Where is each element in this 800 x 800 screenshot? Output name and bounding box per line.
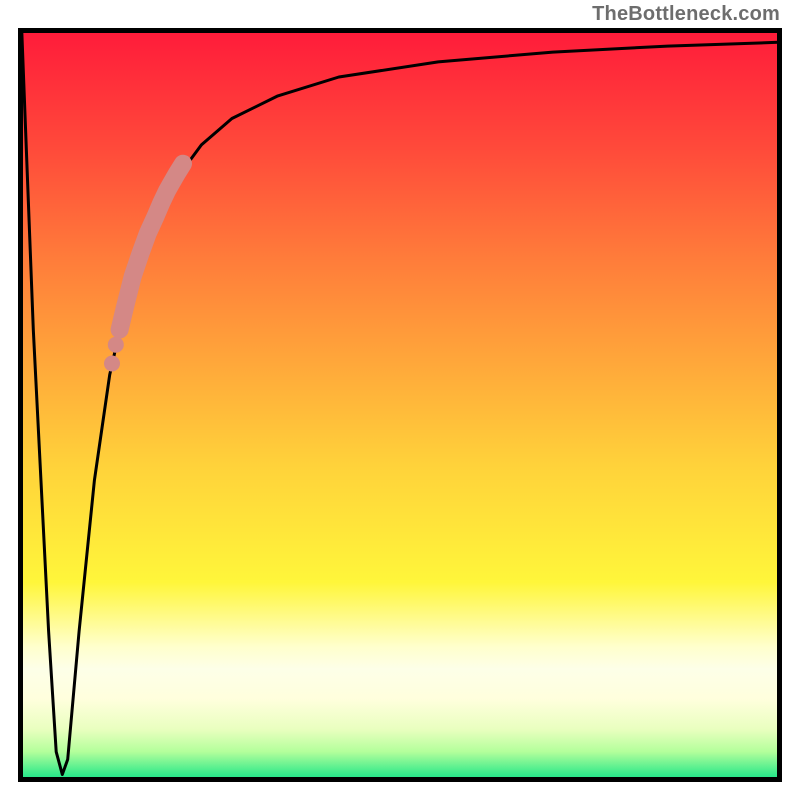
highlight-dot <box>108 337 124 353</box>
highlight-segment-path <box>120 164 183 330</box>
highlight-dot <box>104 356 120 372</box>
chart-svg <box>18 28 782 782</box>
plot-area <box>18 28 782 782</box>
chart-frame: TheBottleneck.com <box>0 0 800 800</box>
watermark-text: TheBottleneck.com <box>592 4 780 24</box>
main-curve-path <box>22 32 778 775</box>
